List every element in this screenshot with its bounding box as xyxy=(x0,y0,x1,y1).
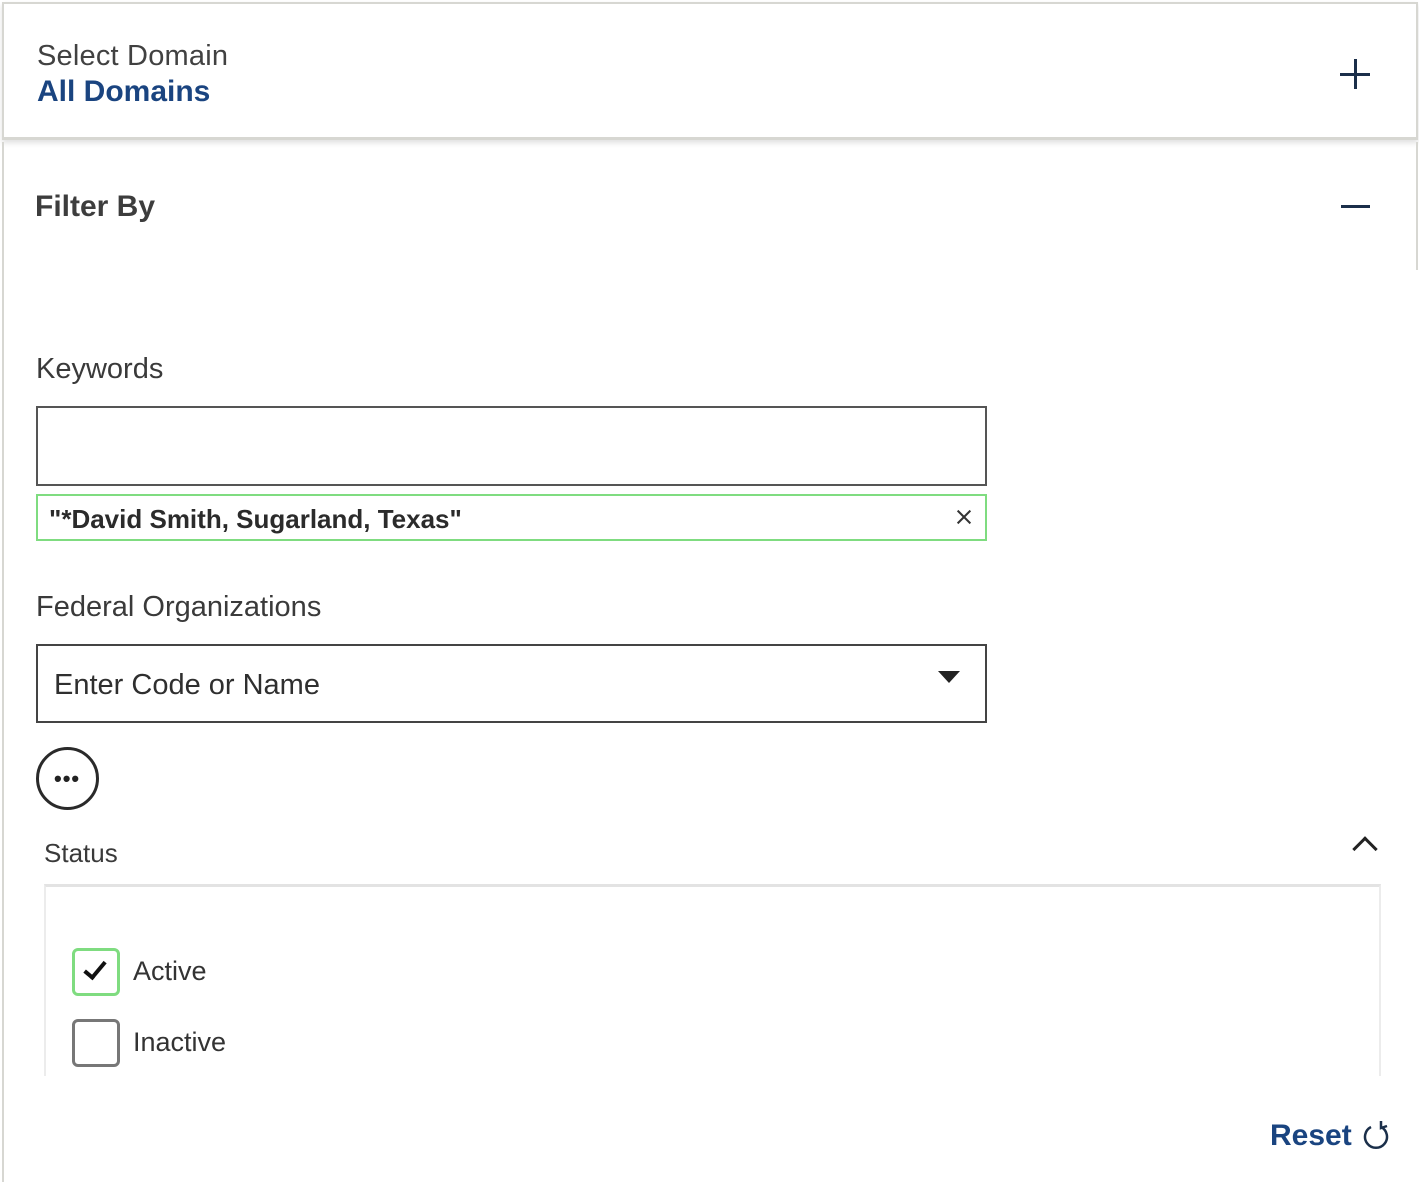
reset-button[interactable]: Reset xyxy=(1270,1114,1390,1158)
minus-icon[interactable] xyxy=(1341,205,1370,208)
ellipsis-icon: ••• xyxy=(54,766,81,791)
filter-by-title: Filter By xyxy=(35,190,156,223)
status-options-box: Active Inactive xyxy=(44,884,1381,1076)
refresh-icon xyxy=(1363,1121,1388,1150)
active-checkbox[interactable] xyxy=(72,948,120,996)
keywords-input[interactable] xyxy=(36,406,987,486)
more-options-button[interactable]: ••• xyxy=(36,747,99,810)
keyword-chip-text: "*David Smith, Sugarland, Texas" xyxy=(49,504,462,534)
select-domain-label: Select Domain xyxy=(37,40,229,72)
keyword-chip: "*David Smith, Sugarland, Texas" xyxy=(36,494,987,541)
active-checkbox-label: Active xyxy=(133,956,207,986)
inactive-checkbox[interactable] xyxy=(72,1019,120,1067)
plus-icon[interactable] xyxy=(1340,59,1370,89)
select-domain-panel[interactable]: Select Domain All Domains xyxy=(2,2,1418,140)
close-icon[interactable] xyxy=(951,505,977,531)
federal-organizations-select[interactable]: Enter Code or Name xyxy=(36,644,987,723)
status-label: Status xyxy=(44,838,118,868)
selected-domain-value: All Domains xyxy=(37,75,211,108)
inactive-checkbox-label: Inactive xyxy=(133,1027,227,1057)
federal-organizations-placeholder: Enter Code or Name xyxy=(54,669,320,701)
reset-label: Reset xyxy=(1270,1119,1352,1152)
federal-organizations-label: Federal Organizations xyxy=(36,591,322,623)
checkmark-icon xyxy=(83,955,107,981)
keywords-label: Keywords xyxy=(36,353,164,385)
caret-down-icon xyxy=(938,671,960,683)
